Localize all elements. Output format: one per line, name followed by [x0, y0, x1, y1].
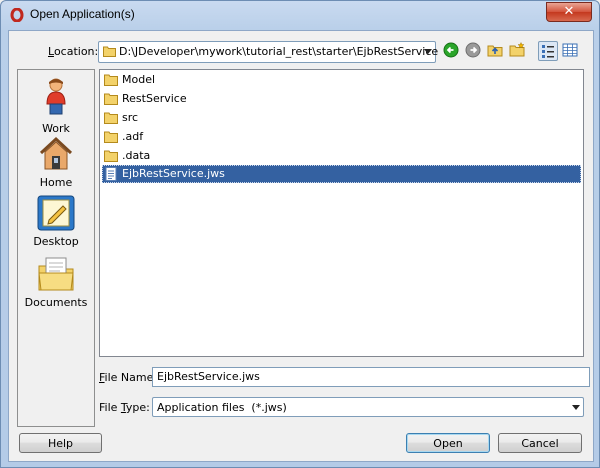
folder-icon — [103, 46, 116, 57]
folder-up-icon — [487, 45, 503, 57]
title-bar[interactable]: Open Application(s) ✕ — [1, 1, 599, 29]
location-combobox[interactable]: D:\JDeveloper\mywork\tutorial_rest\start… — [98, 41, 439, 63]
cancel-button[interactable]: Cancel — [498, 433, 582, 453]
new-folder-icon — [509, 42, 525, 57]
file-name: RestService — [122, 92, 187, 105]
file-name: .adf — [122, 130, 144, 143]
list-item-selected[interactable]: EjbRestService.jws — [102, 165, 581, 183]
places-bar: Work Home Desktop Documents — [17, 69, 95, 427]
list-item[interactable]: src — [102, 109, 581, 127]
new-folder-button[interactable] — [508, 41, 528, 61]
file-name-input[interactable]: EjbRestService.jws — [152, 367, 590, 387]
open-application-dialog: Open Application(s) ✕ Location: D:\JDeve… — [0, 0, 600, 468]
window-title: Open Application(s) — [30, 7, 135, 21]
list-item[interactable]: Model — [102, 71, 581, 89]
back-button[interactable] — [442, 41, 462, 61]
folder-icon — [104, 74, 118, 86]
details-view-button[interactable] — [561, 41, 581, 61]
file-name: EjbRestService.jws — [122, 167, 225, 180]
location-label: Location: — [48, 45, 99, 58]
list-item[interactable]: RestService — [102, 90, 581, 108]
oracle-logo-icon — [10, 8, 24, 22]
folder-icon — [104, 93, 118, 105]
place-label-work: Work — [42, 122, 70, 135]
documents-icon — [38, 257, 74, 291]
place-label-home: Home — [39, 176, 73, 189]
file-name: src — [122, 111, 139, 124]
list-view-icon — [542, 45, 554, 58]
folder-icon — [104, 150, 118, 162]
file-type-value: Application files (*.jws) — [157, 401, 287, 414]
location-value: D:\JDeveloper\mywork\tutorial_rest\start… — [119, 45, 439, 58]
desktop-icon — [37, 195, 75, 231]
file-name-label: File Name: — [99, 371, 158, 384]
chevron-down-icon — [572, 405, 580, 410]
file-list[interactable]: Model RestService src .adf .data EjbRest… — [99, 69, 584, 357]
list-item[interactable]: .data — [102, 147, 581, 165]
folder-icon — [104, 112, 118, 124]
place-work[interactable]: Work — [18, 78, 94, 135]
open-button[interactable]: Open — [406, 433, 490, 453]
file-name: Model — [122, 73, 156, 86]
file-name: .data — [122, 149, 151, 162]
list-item[interactable]: .adf — [102, 128, 581, 146]
list-view-button[interactable] — [538, 41, 558, 61]
place-documents[interactable]: Documents — [18, 254, 94, 309]
close-button[interactable]: ✕ — [546, 2, 592, 22]
forward-arrow-icon — [465, 42, 481, 58]
place-label-documents: Documents — [24, 296, 88, 309]
folder-icon — [104, 131, 118, 143]
file-type-combobox[interactable]: Application files (*.jws) — [152, 397, 584, 417]
back-arrow-icon — [443, 42, 459, 58]
details-view-icon — [562, 43, 578, 57]
dialog-body: Location: D:\JDeveloper\mywork\tutorial_… — [8, 30, 594, 462]
user-icon — [46, 78, 66, 115]
place-desktop[interactable]: Desktop — [18, 195, 94, 248]
chevron-down-icon — [424, 49, 432, 54]
document-icon — [105, 167, 117, 181]
home-icon — [39, 136, 73, 170]
close-icon: ✕ — [563, 4, 575, 19]
place-label-desktop: Desktop — [33, 235, 79, 248]
up-one-level-button[interactable] — [486, 41, 506, 61]
help-button[interactable]: Help — [19, 433, 102, 453]
file-type-label: File Type: — [99, 401, 150, 414]
forward-button[interactable] — [464, 41, 484, 61]
place-home[interactable]: Home — [18, 136, 94, 189]
